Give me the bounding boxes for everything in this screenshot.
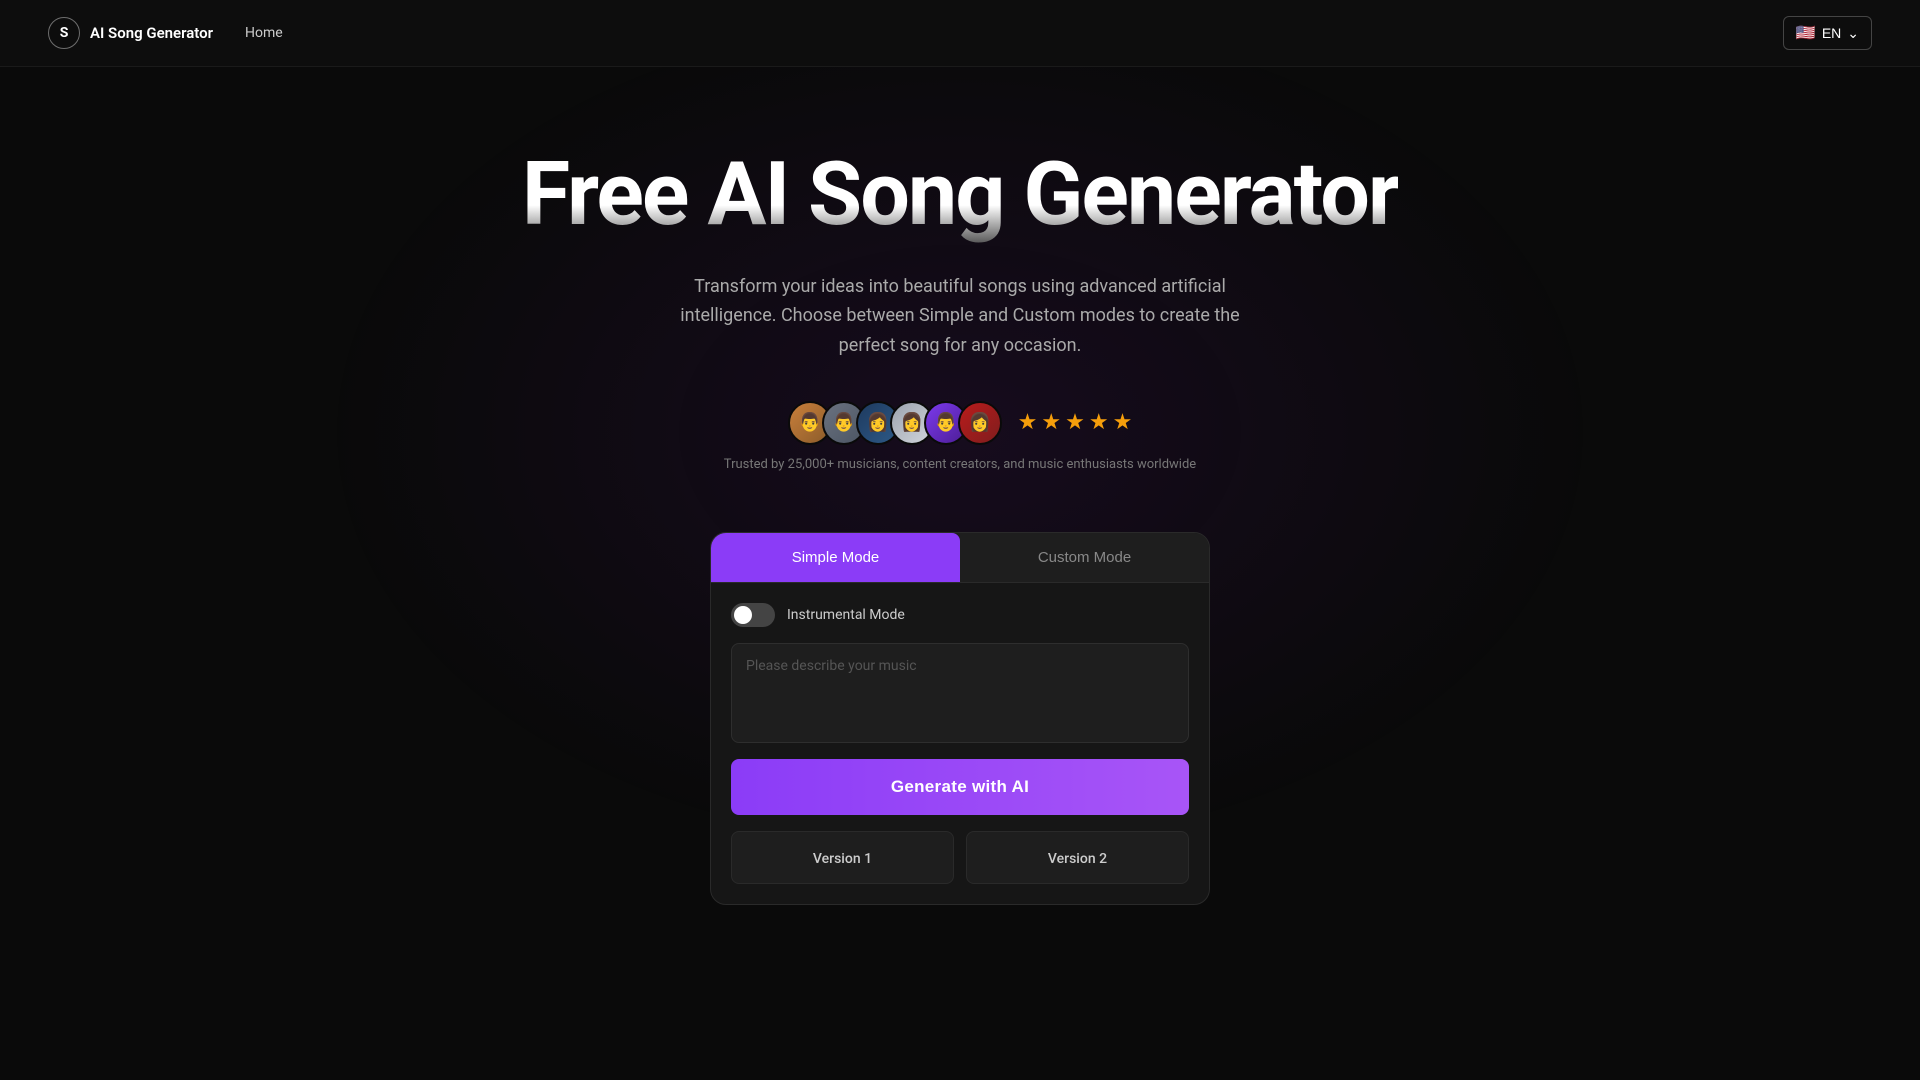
hero-title: Free AI Song Generator xyxy=(522,147,1398,244)
mode-tabs: Simple Mode Custom Mode xyxy=(711,533,1209,583)
main-card: Simple Mode Custom Mode Instrumental Mod… xyxy=(710,532,1210,905)
version-2-label: Version 2 xyxy=(1048,851,1107,867)
version-1-label: Version 1 xyxy=(813,851,872,867)
language-selector[interactable]: 🇺🇸 EN ⌄ xyxy=(1783,16,1872,50)
chevron-down-icon: ⌄ xyxy=(1847,25,1859,42)
star-3: ★ xyxy=(1065,410,1085,435)
star-1: ★ xyxy=(1018,410,1038,435)
card-body: Instrumental Mode Generate with AI Versi… xyxy=(711,583,1209,904)
toggle-knob xyxy=(734,606,752,624)
lang-code: EN xyxy=(1822,25,1841,41)
star-rating: ★ ★ ★ ★ ★ xyxy=(1018,410,1133,435)
logo-icon: S xyxy=(48,17,80,49)
star-5: ★ xyxy=(1113,410,1133,435)
nav-home-link[interactable]: Home xyxy=(245,25,283,41)
hero-section: Free AI Song Generator Transform your id… xyxy=(0,67,1920,945)
version-2-card: Version 2 xyxy=(966,831,1189,884)
star-2: ★ xyxy=(1041,410,1061,435)
instrumental-toggle[interactable] xyxy=(731,603,775,627)
music-description-input[interactable] xyxy=(731,643,1189,743)
navbar: S AI Song Generator Home 🇺🇸 EN ⌄ xyxy=(0,0,1920,67)
flag-icon: 🇺🇸 xyxy=(1796,23,1816,43)
avatar-group: 👨 👨 👩 👩 👨 👩 xyxy=(788,401,1002,445)
social-proof: 👨 👨 👩 👩 👨 👩 ★ ★ ★ ★ ★ Trusted by 25,000+… xyxy=(724,401,1196,472)
avatar: 👩 xyxy=(958,401,1002,445)
instrumental-toggle-row: Instrumental Mode xyxy=(731,603,1189,627)
hero-subtitle: Transform your ideas into beautiful song… xyxy=(650,272,1270,361)
generate-button[interactable]: Generate with AI xyxy=(731,759,1189,815)
trusted-text: Trusted by 25,000+ musicians, content cr… xyxy=(724,457,1196,472)
star-4: ★ xyxy=(1089,410,1109,435)
tab-simple-mode[interactable]: Simple Mode xyxy=(711,533,960,582)
versions-row: Version 1 Version 2 xyxy=(731,831,1189,884)
logo-link[interactable]: S AI Song Generator xyxy=(48,17,213,49)
version-1-card: Version 1 xyxy=(731,831,954,884)
instrumental-label: Instrumental Mode xyxy=(787,607,905,623)
avatar-stars-row: 👨 👨 👩 👩 👨 👩 ★ ★ ★ ★ ★ xyxy=(788,401,1133,445)
navbar-left: S AI Song Generator Home xyxy=(48,17,283,49)
logo-text: AI Song Generator xyxy=(90,24,213,42)
tab-custom-mode[interactable]: Custom Mode xyxy=(960,533,1209,582)
